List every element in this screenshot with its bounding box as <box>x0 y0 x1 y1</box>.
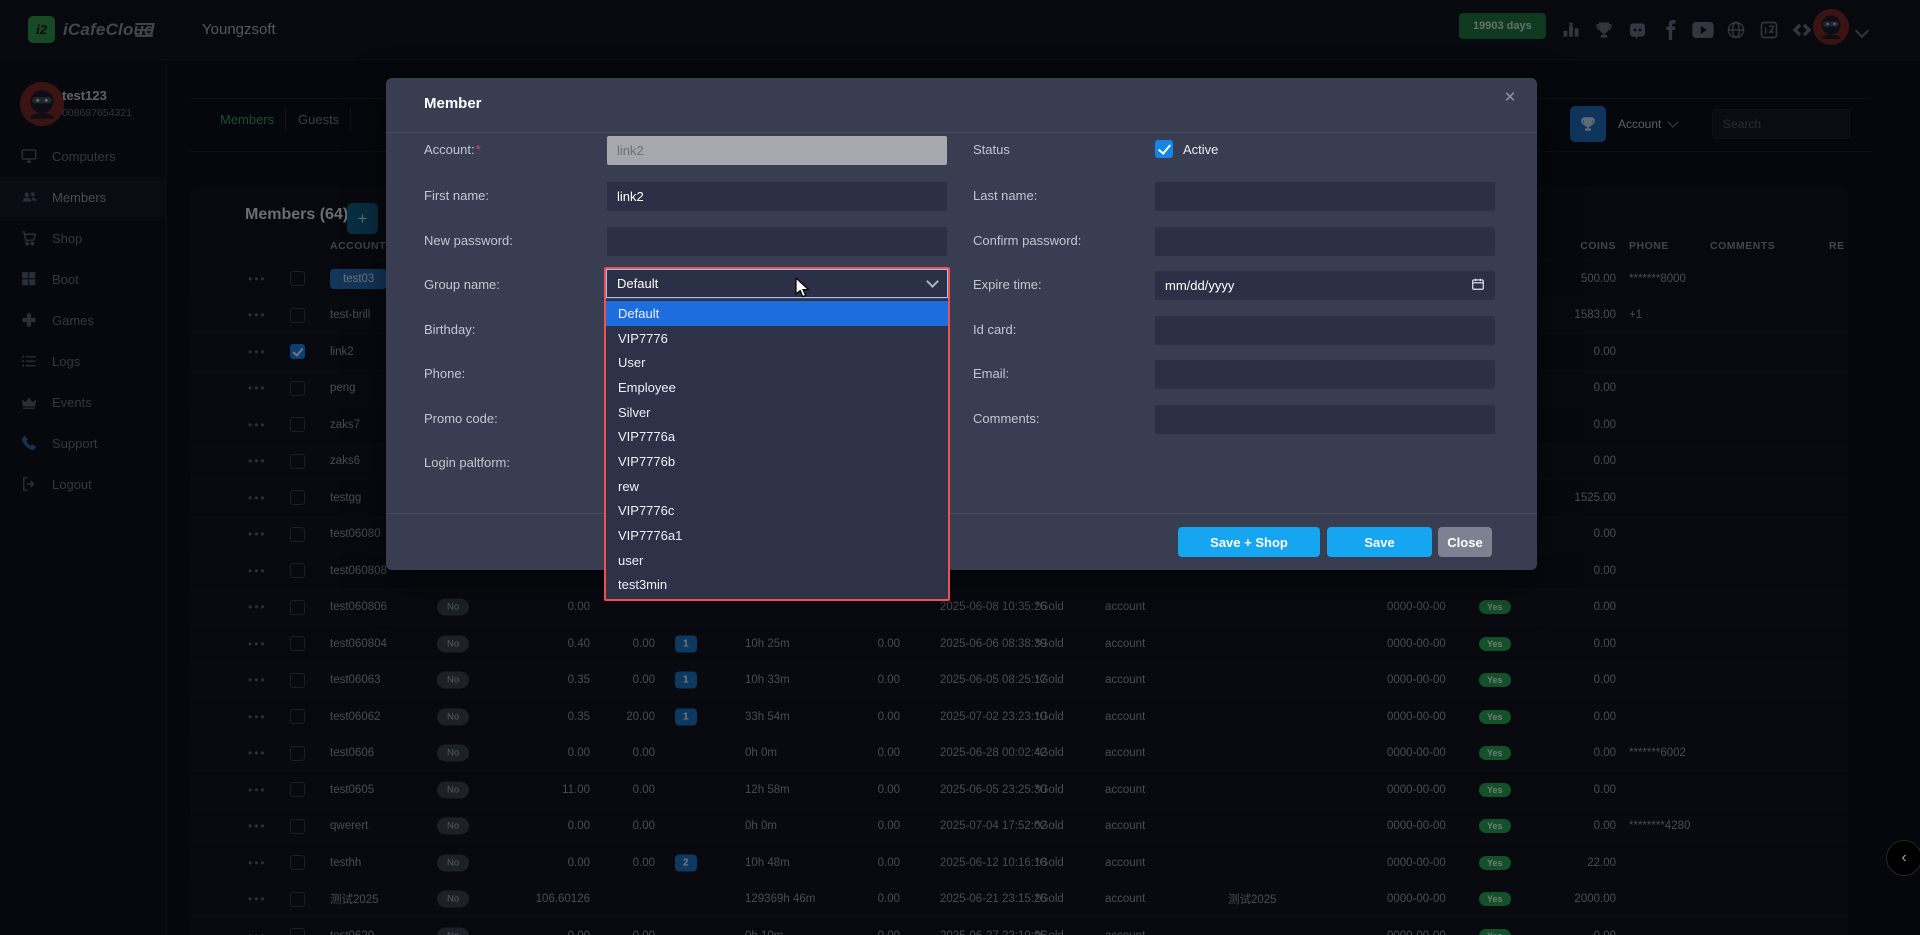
field-label-login-platform: Login paltform: <box>424 455 510 470</box>
field-label-first-name: First name: <box>424 188 489 203</box>
active-checkbox[interactable] <box>1155 140 1173 158</box>
modal-footer-divider <box>386 513 1537 514</box>
field-label-expire-time: Expire time: <box>973 277 1042 292</box>
group-option[interactable]: VIP7776 <box>606 326 948 351</box>
group-option[interactable]: User <box>606 350 948 375</box>
field-label-last-name: Last name: <box>973 188 1037 203</box>
group-option[interactable]: Employee <box>606 375 948 400</box>
date-value: mm/dd/yyyy <box>1165 278 1234 293</box>
group-option[interactable]: Default <box>606 301 948 326</box>
group-option[interactable]: rew <box>606 474 948 499</box>
modal-close-icon[interactable]: ✕ <box>1498 85 1522 109</box>
field-label-confirm-password: Confirm password: <box>973 233 1081 248</box>
group-name-option-list: DefaultVIP7776UserEmployeeSilverVIP7776a… <box>606 298 948 599</box>
group-option[interactable]: user <box>606 548 948 573</box>
group-name-select[interactable]: Default <box>606 269 948 298</box>
field-label-status: Status <box>973 142 1010 157</box>
id-card-field[interactable] <box>1155 316 1495 345</box>
confirm-password-field[interactable] <box>1155 227 1495 256</box>
calendar-icon[interactable] <box>1471 277 1485 294</box>
active-checkbox-label: Active <box>1183 142 1218 157</box>
modal-header-divider <box>386 132 1537 133</box>
field-label-account: Account:* <box>424 142 481 157</box>
select-caret-icon <box>926 275 939 288</box>
member-modal: Member ✕ Account:* First name: New passwor… <box>386 78 1537 570</box>
field-label-id-card: Id card: <box>973 322 1016 337</box>
field-label-new-password: New password: <box>424 233 513 248</box>
expire-time-field[interactable]: mm/dd/yyyy <box>1155 271 1495 300</box>
field-label-group-name: Group name: <box>424 277 500 292</box>
field-label-promo-code: Promo code: <box>424 411 498 426</box>
save-shop-button[interactable]: Save + Shop <box>1178 527 1320 557</box>
group-option[interactable]: VIP7776a <box>606 424 948 449</box>
group-option[interactable]: Silver <box>606 400 948 425</box>
collapse-panel-button[interactable]: ‹ <box>1886 840 1920 876</box>
group-option[interactable]: VIP7776b <box>606 449 948 474</box>
field-label-comments: Comments: <box>973 411 1039 426</box>
field-label-phone: Phone: <box>424 366 465 381</box>
group-option[interactable]: VIP7776a1 <box>606 523 948 548</box>
field-label-birthday: Birthday: <box>424 322 475 337</box>
status-field: Active <box>1155 140 1218 158</box>
comments-field[interactable] <box>1155 405 1495 434</box>
modal-title: Member <box>424 95 482 112</box>
group-name-selected-value: Default <box>617 276 658 291</box>
group-option[interactable]: test3min <box>606 573 948 598</box>
account-field[interactable] <box>607 136 947 165</box>
last-name-field[interactable] <box>1155 182 1495 211</box>
save-button[interactable]: Save <box>1327 527 1432 557</box>
first-name-field[interactable] <box>607 182 947 211</box>
close-button[interactable]: Close <box>1438 527 1492 557</box>
group-option[interactable]: VIP7776c <box>606 499 948 524</box>
group-name-dropdown-wrap: Default DefaultVIP7776UserEmployeeSilver… <box>604 267 950 601</box>
new-password-field[interactable] <box>607 227 947 256</box>
email-field[interactable] <box>1155 360 1495 389</box>
field-label-email: Email: <box>973 366 1009 381</box>
